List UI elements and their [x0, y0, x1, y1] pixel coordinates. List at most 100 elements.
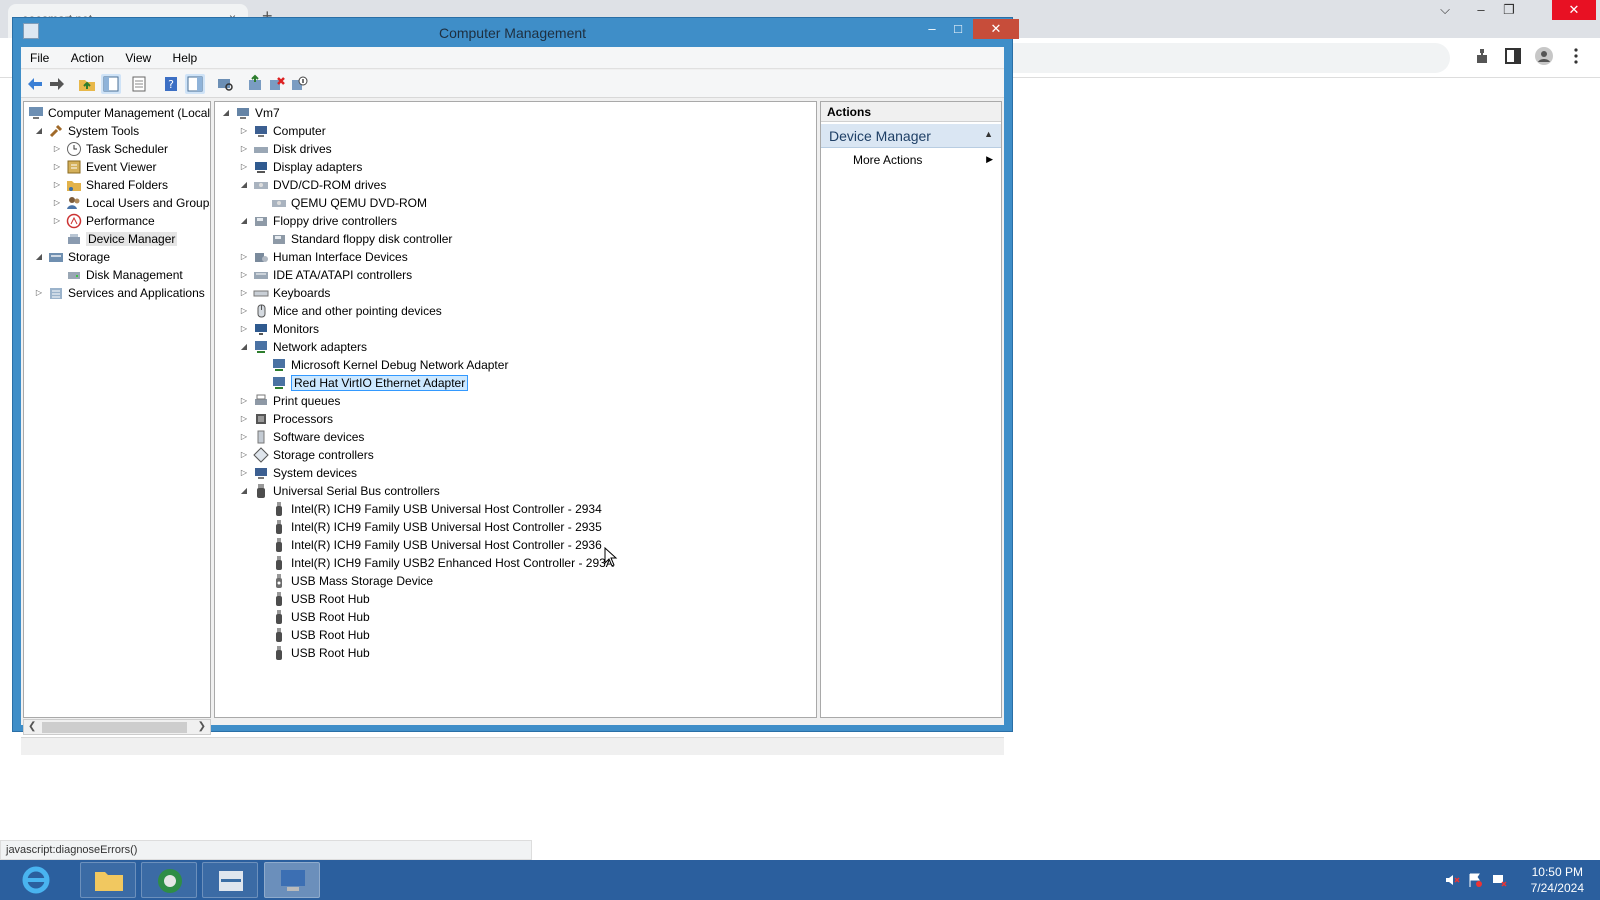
expand-icon[interactable]: ▷: [239, 302, 249, 320]
scroll-right-icon[interactable]: ❯: [198, 721, 206, 732]
expand-icon[interactable]: ▷: [52, 176, 62, 194]
show-action-pane-icon[interactable]: [185, 74, 205, 94]
action-center-flag-icon[interactable]: [1467, 872, 1483, 888]
expand-icon[interactable]: ▷: [239, 428, 249, 446]
collapse-icon[interactable]: ◢: [239, 176, 249, 194]
device-item-ms-kernel-debug[interactable]: Microsoft Kernel Debug Network Adapter: [271, 356, 508, 374]
expand-icon[interactable]: ▷: [52, 158, 62, 176]
side-panel-icon[interactable]: [1503, 46, 1523, 66]
tree-item-system-tools[interactable]: ◢ System Tools: [34, 122, 139, 140]
device-category-dvd-drives[interactable]: ◢ DVD/CD-ROM drives: [239, 176, 386, 194]
collapse-up-icon[interactable]: ▲: [984, 129, 993, 139]
expand-icon[interactable]: ▷: [239, 464, 249, 482]
collapse-icon[interactable]: ◢: [34, 122, 44, 140]
expand-icon[interactable]: ▷: [239, 248, 249, 266]
device-item-redhat-virtio[interactable]: Red Hat VirtIO Ethernet Adapter: [271, 374, 469, 392]
device-category-monitors[interactable]: ▷ Monitors: [239, 320, 319, 338]
scroll-thumb[interactable]: [42, 722, 187, 733]
tree-item-services-applications[interactable]: ▷ Services and Applications: [34, 284, 205, 302]
expand-icon[interactable]: ▷: [52, 194, 62, 212]
back-icon[interactable]: [25, 74, 45, 94]
browser-minimize-button[interactable]: –: [1466, 0, 1496, 20]
address-bar[interactable]: [980, 43, 1450, 73]
device-category-disk-drives[interactable]: ▷ Disk drives: [239, 140, 332, 158]
device-item-usb-mass-storage[interactable]: USB Mass Storage Device: [271, 572, 433, 590]
expand-icon[interactable]: ▷: [239, 446, 249, 464]
internet-explorer-icon[interactable]: [18, 862, 74, 898]
device-category-storage-controllers[interactable]: ▷ Storage controllers: [239, 446, 374, 464]
expand-icon[interactable]: ▷: [239, 392, 249, 410]
device-item-usb-root-hub[interactable]: USB Root Hub: [271, 626, 370, 644]
device-item-usb-controller[interactable]: Intel(R) ICH9 Family USB2 Enhanced Host …: [271, 554, 614, 572]
device-root[interactable]: ◢ Vm7: [221, 104, 280, 122]
tree-item-performance[interactable]: ▷ Performance: [52, 212, 155, 230]
collapse-icon[interactable]: ◢: [34, 248, 44, 266]
collapse-icon[interactable]: ◢: [239, 338, 249, 356]
device-item-usb-controller[interactable]: Intel(R) ICH9 Family USB Universal Host …: [271, 536, 602, 554]
expand-icon[interactable]: ▷: [239, 320, 249, 338]
menu-action[interactable]: Action: [62, 47, 113, 69]
profile-icon[interactable]: [1534, 46, 1554, 66]
expand-icon[interactable]: ▷: [52, 212, 62, 230]
clock[interactable]: 10:50 PM 7/24/2024: [1531, 864, 1584, 896]
expand-icon[interactable]: ▷: [239, 410, 249, 428]
device-category-mice[interactable]: ▷ Mice and other pointing devices: [239, 302, 442, 320]
scan-hardware-icon[interactable]: [215, 74, 235, 94]
device-category-computer[interactable]: ▷ Computer: [239, 122, 326, 140]
device-category-display-adapters[interactable]: ▷ Display adapters: [239, 158, 362, 176]
device-category-software-devices[interactable]: ▷ Software devices: [239, 428, 364, 446]
chevron-down-icon[interactable]: ⌵: [1430, 0, 1460, 20]
device-category-hid[interactable]: ▷ Human Interface Devices: [239, 248, 408, 266]
expand-icon[interactable]: ▷: [52, 140, 62, 158]
tree-item-device-manager[interactable]: Device Manager: [66, 230, 178, 248]
tree-root[interactable]: Computer Management (Local: [28, 104, 210, 122]
expand-icon[interactable]: ▷: [239, 122, 249, 140]
disable-device-icon[interactable]: [289, 74, 309, 94]
expand-icon[interactable]: ▷: [239, 158, 249, 176]
speaker-muted-icon[interactable]: [1444, 872, 1460, 888]
device-category-ide[interactable]: ▷ IDE ATA/ATAPI controllers: [239, 266, 412, 284]
menu-view[interactable]: View: [116, 47, 160, 69]
more-actions-item[interactable]: More Actions ▶: [821, 150, 1001, 170]
forward-icon[interactable]: [47, 74, 67, 94]
tree-item-storage[interactable]: ◢ Storage: [34, 248, 110, 266]
server-manager-icon[interactable]: [202, 862, 258, 898]
expand-icon[interactable]: ▷: [239, 266, 249, 284]
tree-item-task-scheduler[interactable]: ▷ Task Scheduler: [52, 140, 168, 158]
minimize-button[interactable]: –: [919, 19, 945, 39]
browser-close-button[interactable]: ✕: [1552, 0, 1596, 20]
title-bar[interactable]: Computer Management – □ ✕: [13, 18, 1019, 46]
update-driver-icon[interactable]: [245, 74, 265, 94]
show-hide-console-tree-icon[interactable]: [101, 74, 121, 94]
tree-item-shared-folders[interactable]: ▷ Shared Folders: [52, 176, 168, 194]
properties-icon[interactable]: [129, 74, 149, 94]
file-explorer-icon[interactable]: [80, 862, 136, 898]
computer-management-taskbar-icon[interactable]: [264, 862, 320, 898]
expand-icon[interactable]: ▷: [239, 140, 249, 158]
help-icon[interactable]: ?: [161, 74, 181, 94]
device-category-usb[interactable]: ◢ Universal Serial Bus controllers: [239, 482, 440, 500]
expand-icon[interactable]: ▷: [34, 284, 44, 302]
left-horizontal-scrollbar[interactable]: ❮ ❯: [23, 719, 211, 735]
uninstall-device-icon[interactable]: [267, 74, 287, 94]
device-category-system-devices[interactable]: ▷ System devices: [239, 464, 357, 482]
collapse-icon[interactable]: ◢: [221, 104, 231, 122]
actions-group-device-manager[interactable]: Device Manager ▲: [821, 124, 1001, 148]
device-category-keyboards[interactable]: ▷ Keyboards: [239, 284, 330, 302]
device-category-print-queues[interactable]: ▷ Print queues: [239, 392, 340, 410]
device-item-usb-root-hub[interactable]: USB Root Hub: [271, 590, 370, 608]
device-category-network[interactable]: ◢ Network adapters: [239, 338, 367, 356]
browser-restore-button[interactable]: ❐: [1494, 0, 1524, 20]
extension-icon[interactable]: [1472, 46, 1492, 66]
device-item-usb-root-hub[interactable]: USB Root Hub: [271, 608, 370, 626]
expand-icon[interactable]: ▷: [239, 284, 249, 302]
tree-item-disk-management[interactable]: Disk Management: [66, 266, 183, 284]
menu-help[interactable]: Help: [164, 47, 207, 69]
device-category-processors[interactable]: ▷ Processors: [239, 410, 333, 428]
scroll-left-icon[interactable]: ❮: [28, 721, 36, 732]
device-item-usb-controller[interactable]: Intel(R) ICH9 Family USB Universal Host …: [271, 518, 602, 536]
network-icon[interactable]: [1491, 872, 1507, 888]
tree-item-event-viewer[interactable]: ▷ Event Viewer: [52, 158, 157, 176]
more-menu-icon[interactable]: [1566, 46, 1586, 66]
up-folder-icon[interactable]: [77, 74, 97, 94]
